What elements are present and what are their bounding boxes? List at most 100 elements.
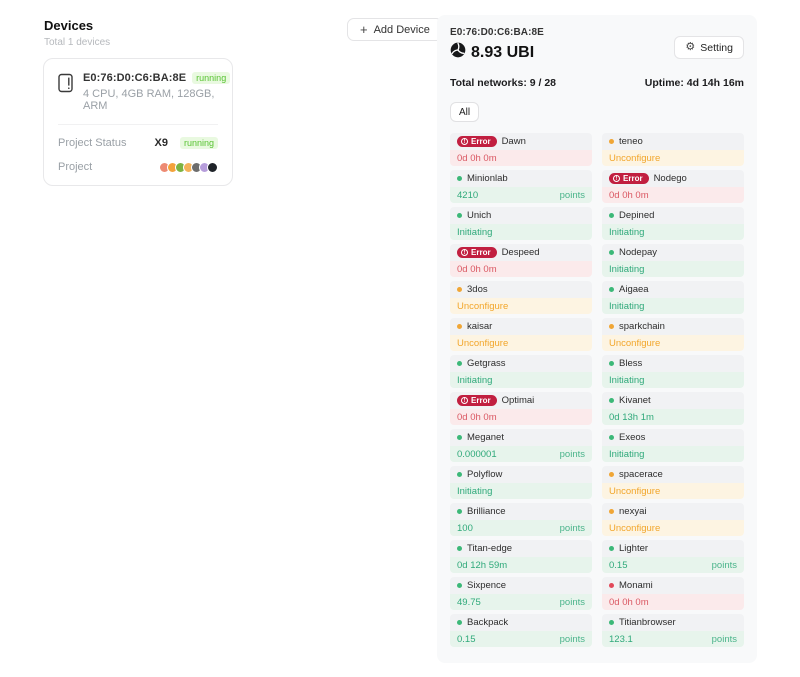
device-card[interactable]: E0:76:D0:C6:BA:8E running 4 CPU, 4GB RAM… <box>43 58 233 186</box>
network-card[interactable]: Bless Initiating <box>602 355 744 388</box>
total-networks: Total networks: 9 / 28 <box>450 77 556 89</box>
network-card[interactable]: !Error Dawn 0d 0h 0m <box>450 133 592 166</box>
network-card[interactable]: Meganet 0.000001 points <box>450 429 592 462</box>
setting-button[interactable]: ⚙ Setting <box>674 36 744 59</box>
network-card[interactable]: 3dos Unconfigure <box>450 281 592 314</box>
network-value-row: Unconfigure <box>450 335 592 351</box>
network-name: Titianbrowser <box>619 617 676 628</box>
error-icon: ! <box>461 249 468 256</box>
network-card[interactable]: Titianbrowser 123.1 points <box>602 614 744 647</box>
network-card[interactable]: !Error Despeed 0d 0h 0m <box>450 244 592 277</box>
project-icon <box>207 162 218 173</box>
network-value: 0d 0h 0m <box>457 412 497 423</box>
network-card[interactable]: kaisar Unconfigure <box>450 318 592 351</box>
network-value: Unconfigure <box>609 486 660 497</box>
network-value-row: Initiating <box>450 372 592 388</box>
network-value-row: Unconfigure <box>602 335 744 351</box>
network-value-row: 4210 points <box>450 187 592 203</box>
network-name: Polyflow <box>467 469 502 480</box>
network-name: Dawn <box>502 136 526 147</box>
network-value-row: 0d 13h 1m <box>602 409 744 425</box>
network-card-header: 3dos <box>450 281 592 298</box>
project-status-label: Project Status <box>58 137 126 149</box>
network-card[interactable]: Exeos Initiating <box>602 429 744 462</box>
network-card[interactable]: Nodepay Initiating <box>602 244 744 277</box>
network-card-header: Brilliance <box>450 503 592 520</box>
status-dot <box>609 139 614 144</box>
network-card[interactable]: Unich Initiating <box>450 207 592 240</box>
network-card-header: Getgrass <box>450 355 592 372</box>
network-value: 49.75 <box>457 597 481 608</box>
status-dot <box>609 250 614 255</box>
page-subtitle: Total 1 devices <box>44 37 110 48</box>
network-name: sparkchain <box>619 321 665 332</box>
status-dot <box>609 583 614 588</box>
network-value-row: 0d 0h 0m <box>602 594 744 610</box>
network-card[interactable]: Kivanet 0d 13h 1m <box>602 392 744 425</box>
network-card-header: Meganet <box>450 429 592 446</box>
balance-row: 8.93 UBI <box>450 42 544 63</box>
network-name: Exeos <box>619 432 645 443</box>
network-card[interactable]: spacerace Unconfigure <box>602 466 744 499</box>
status-dot <box>457 509 462 514</box>
ubi-coin-icon <box>450 42 466 63</box>
uptime: Uptime: 4d 14h 16m <box>645 77 744 89</box>
network-value-row: 100 points <box>450 520 592 536</box>
network-card[interactable]: nexyai Unconfigure <box>602 503 744 536</box>
network-card[interactable]: Backpack 0.15 points <box>450 614 592 647</box>
panel-header: E0:76:D0:C6:BA:8E 8.93 UBI <box>450 27 744 63</box>
network-name: Monami <box>619 580 653 591</box>
network-name: kaisar <box>467 321 492 332</box>
network-card[interactable]: !Error Optimai 0d 0h 0m <box>450 392 592 425</box>
network-card[interactable]: Aigaea Initiating <box>602 281 744 314</box>
network-name: Depined <box>619 210 654 221</box>
add-device-button[interactable]: + Add Device <box>347 18 443 41</box>
network-card[interactable]: Minionlab 4210 points <box>450 170 592 203</box>
setting-label: Setting <box>700 42 733 54</box>
error-badge: !Error <box>457 136 497 147</box>
network-card[interactable]: Monami 0d 0h 0m <box>602 577 744 610</box>
ubi-balance: 8.93 UBI <box>471 44 534 62</box>
error-label: Error <box>623 174 643 183</box>
network-value-row: Initiating <box>450 483 592 499</box>
status-dot <box>457 546 462 551</box>
card-divider <box>58 124 218 125</box>
filter-all-tab[interactable]: All <box>450 102 479 122</box>
network-card[interactable]: Depined Initiating <box>602 207 744 240</box>
network-card-header: Minionlab <box>450 170 592 187</box>
device-status-badge: running <box>192 72 230 84</box>
network-card-header: spacerace <box>602 466 744 483</box>
network-value: 0.15 <box>457 634 476 645</box>
device-card-lines: E0:76:D0:C6:BA:8E running 4 CPU, 4GB RAM… <box>83 72 230 112</box>
status-dot <box>457 620 462 625</box>
network-name: Backpack <box>467 617 508 628</box>
network-value: Unconfigure <box>609 153 660 164</box>
network-value-row: 0d 0h 0m <box>450 150 592 166</box>
status-dot <box>609 324 614 329</box>
points-label: points <box>560 523 585 534</box>
network-card-header: Backpack <box>450 614 592 631</box>
network-card[interactable]: !Error Nodego 0d 0h 0m <box>602 170 744 203</box>
network-card[interactable]: Lighter 0.15 points <box>602 540 744 573</box>
error-icon: ! <box>613 175 620 182</box>
add-device-label: Add Device <box>374 24 430 36</box>
network-name: Kivanet <box>619 395 651 406</box>
network-card-header: Unich <box>450 207 592 224</box>
panel-mac: E0:76:D0:C6:BA:8E <box>450 27 544 38</box>
network-card-header: !Error Dawn <box>450 133 592 150</box>
network-value: Initiating <box>609 375 644 386</box>
network-card[interactable]: Sixpence 49.75 points <box>450 577 592 610</box>
network-value-row: Initiating <box>602 298 744 314</box>
network-card[interactable]: sparkchain Unconfigure <box>602 318 744 351</box>
network-card[interactable]: Titan-edge 0d 12h 59m <box>450 540 592 573</box>
network-card[interactable]: Getgrass Initiating <box>450 355 592 388</box>
device-specs: 4 CPU, 4GB RAM, 128GB, ARM <box>83 88 230 112</box>
network-value-row: Initiating <box>450 224 592 240</box>
points-label: points <box>712 560 737 571</box>
project-label: Project <box>58 161 92 173</box>
network-card[interactable]: teneo Unconfigure <box>602 133 744 166</box>
network-card[interactable]: Polyflow Initiating <box>450 466 592 499</box>
gear-icon: ⚙ <box>685 42 695 53</box>
network-card[interactable]: Brilliance 100 points <box>450 503 592 536</box>
device-icon <box>58 73 74 98</box>
